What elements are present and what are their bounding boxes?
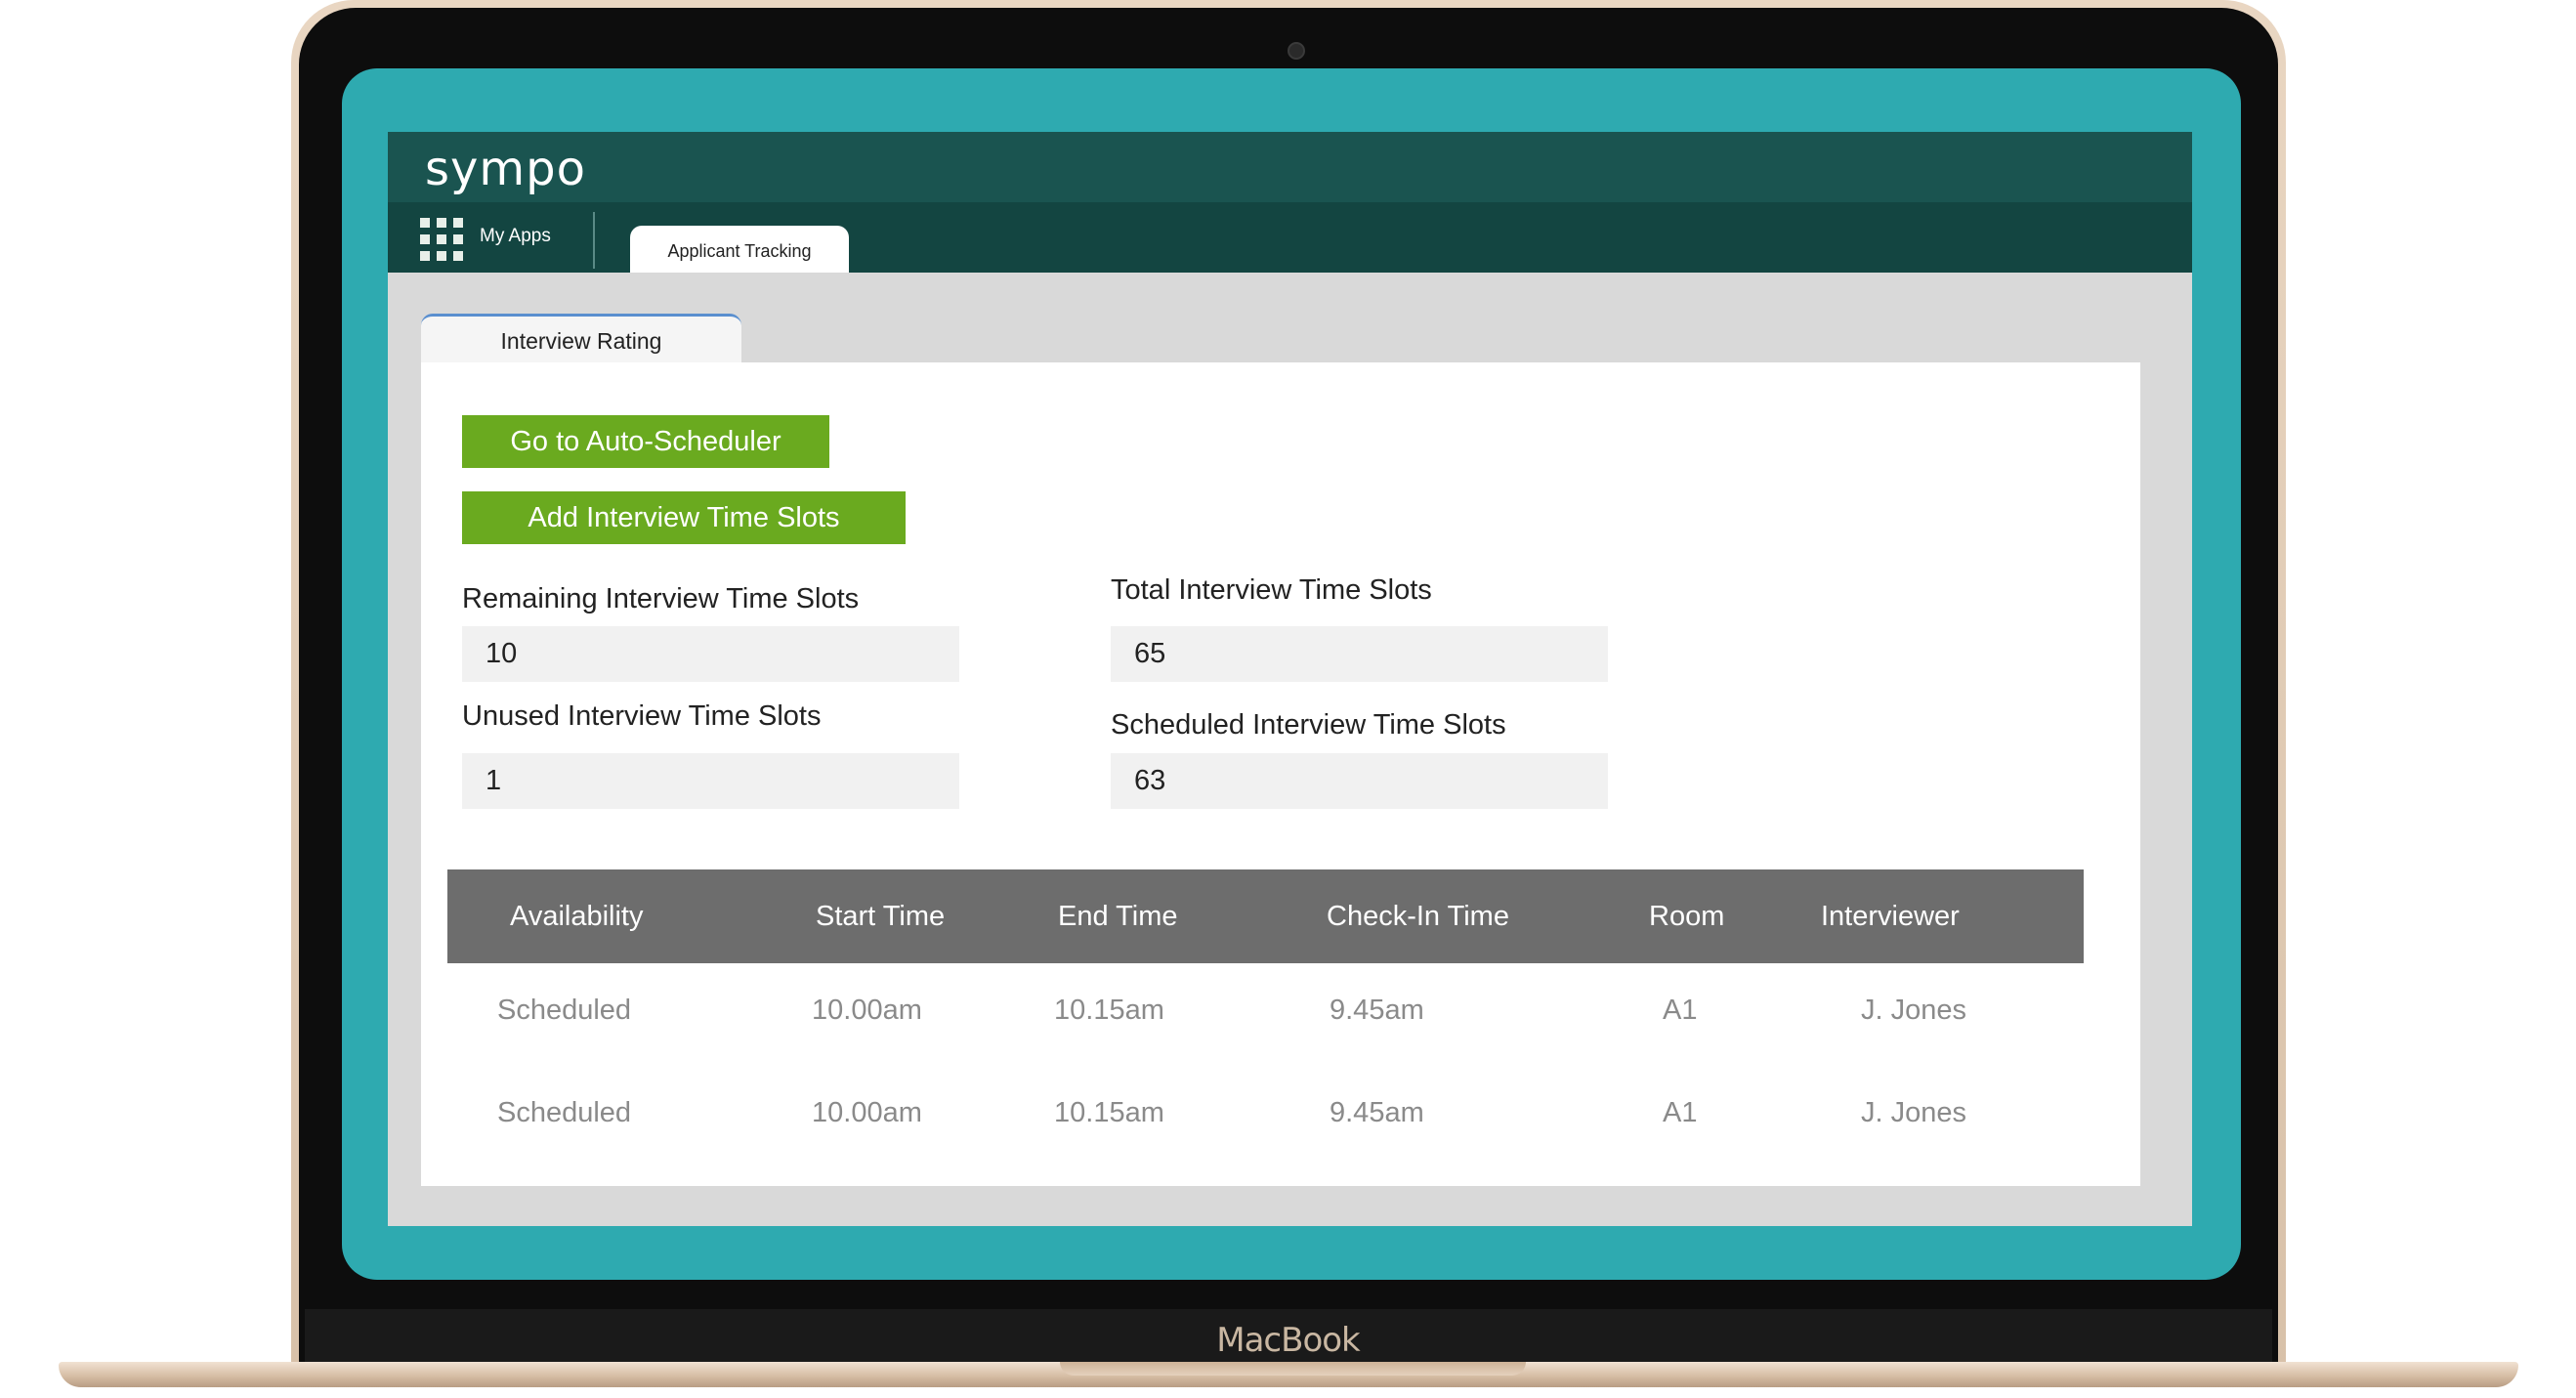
- tab-applicant-tracking[interactable]: Applicant Tracking: [630, 226, 849, 273]
- app-screen: sympo My Apps Applicant Tracking Intervi…: [388, 132, 2192, 1226]
- camera-icon: [1288, 42, 1305, 60]
- column-header[interactable]: Interviewer: [1821, 869, 1960, 963]
- my-apps-link[interactable]: My Apps: [480, 226, 551, 247]
- nav-bar: My Apps Applicant Tracking: [388, 202, 2192, 273]
- scheduled-slots-field[interactable]: 63: [1111, 753, 1608, 809]
- column-header[interactable]: Check-In Time: [1327, 869, 1509, 963]
- auto-scheduler-button[interactable]: Go to Auto-Scheduler: [462, 415, 829, 468]
- nav-divider: [593, 212, 595, 269]
- time-slots-table: Availability Start Time End Time Check-I…: [447, 869, 2084, 1168]
- table-header: Availability Start Time End Time Check-I…: [447, 869, 2084, 963]
- main-panel: Go to Auto-Scheduler Add Interview Time …: [421, 362, 2140, 1186]
- total-slots-field[interactable]: 65: [1111, 626, 1608, 682]
- laptop-notch: [1060, 1362, 1526, 1376]
- cell-availability: Scheduled: [497, 1097, 632, 1128]
- top-header: sympo: [388, 132, 2192, 202]
- table-row[interactable]: Scheduled 10.00am 10.15am 9.45am A1 J. J…: [447, 1066, 2084, 1168]
- remaining-slots-label: Remaining Interview Time Slots: [462, 583, 860, 614]
- table-row[interactable]: Scheduled 10.00am 10.15am 9.45am A1 J. J…: [447, 963, 2084, 1066]
- cell-interviewer: J. Jones: [1861, 995, 1966, 1026]
- cell-check-in-time: 9.45am: [1330, 1097, 1424, 1128]
- cell-end-time: 10.15am: [1054, 1097, 1164, 1128]
- add-time-slots-button[interactable]: Add Interview Time Slots: [462, 491, 906, 544]
- cell-end-time: 10.15am: [1054, 995, 1164, 1026]
- apps-grid-icon[interactable]: [420, 218, 463, 261]
- column-header[interactable]: End Time: [1058, 869, 1178, 963]
- column-header[interactable]: Availability: [510, 869, 643, 963]
- cell-room: A1: [1663, 1097, 1698, 1128]
- unused-slots-label: Unused Interview Time Slots: [462, 700, 822, 732]
- app-logo[interactable]: sympo: [425, 142, 586, 196]
- unused-slots-field[interactable]: 1: [462, 753, 959, 809]
- cell-interviewer: J. Jones: [1861, 1097, 1966, 1128]
- column-header[interactable]: Start Time: [816, 869, 945, 963]
- scheduled-slots-label: Scheduled Interview Time Slots: [1111, 709, 1506, 741]
- remaining-slots-field[interactable]: 10: [462, 626, 959, 682]
- cell-start-time: 10.00am: [812, 995, 922, 1026]
- cell-check-in-time: 9.45am: [1330, 995, 1424, 1026]
- column-header[interactable]: Room: [1649, 869, 1724, 963]
- tab-interview-rating[interactable]: Interview Rating: [421, 314, 741, 365]
- cell-availability: Scheduled: [497, 995, 632, 1026]
- cell-start-time: 10.00am: [812, 1097, 922, 1128]
- total-slots-label: Total Interview Time Slots: [1111, 574, 1432, 606]
- cell-room: A1: [1663, 995, 1698, 1026]
